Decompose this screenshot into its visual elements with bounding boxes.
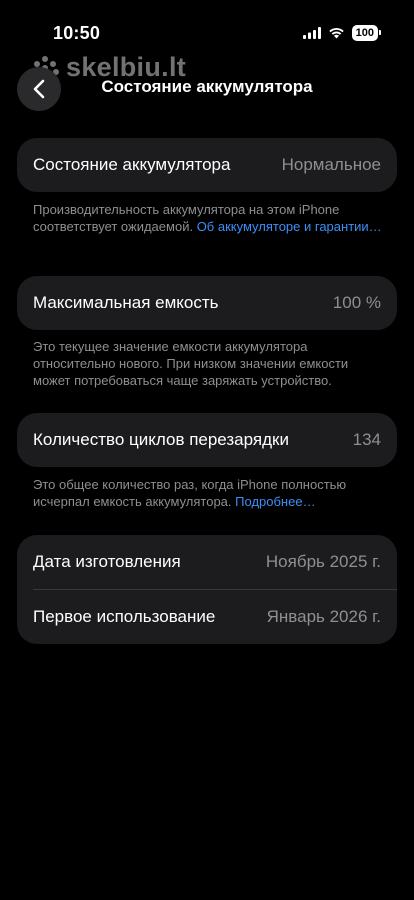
max-capacity-value: 100 %: [332, 293, 381, 312]
status-icons: 100: [302, 25, 382, 41]
battery-health-footnote: Производительность аккумулятора на этом …: [33, 201, 383, 235]
cycle-count-card: Количество циклов перезарядки 134: [17, 413, 397, 467]
max-capacity-note: Это текущее значение емкости аккумулятор…: [33, 339, 349, 388]
max-capacity-card: Максимальная емкость 100 %: [17, 276, 397, 330]
battery-health-value: Нормальное: [281, 155, 381, 174]
cycle-count-value: 134: [352, 430, 381, 449]
battery-icon: 100: [351, 25, 382, 41]
cycle-count-row: Количество циклов перезарядки 134: [17, 413, 397, 467]
manufacture-date-row: Дата изготовления Ноябрь 2025 г.: [17, 535, 397, 589]
manufacture-date-value: Ноябрь 2025 г.: [265, 552, 381, 571]
cycle-count-footnote: Это общее количество раз, когда iPhone п…: [33, 476, 383, 510]
manufacture-date-label: Дата изготовления: [33, 552, 181, 571]
dates-card: Дата изготовления Ноябрь 2025 г. Первое …: [17, 535, 397, 644]
cycle-count-label: Количество циклов перезарядки: [33, 430, 289, 449]
battery-health-row[interactable]: Состояние аккумулятора Нормальное: [17, 138, 397, 192]
page-title: Состояние аккумулятора: [101, 77, 313, 96]
battery-health-card: Состояние аккумулятора Нормальное: [17, 138, 397, 192]
learn-more-link[interactable]: Подробнее…: [235, 494, 315, 509]
cellular-signal-icon: [302, 27, 321, 39]
status-time: 10:50: [53, 23, 101, 43]
wifi-icon: [328, 27, 344, 39]
battery-health-label: Состояние аккумулятора: [33, 155, 231, 174]
first-use-label: Первое использование: [33, 607, 216, 626]
max-capacity-row: Максимальная емкость 100 %: [17, 276, 397, 330]
max-capacity-label: Максимальная емкость: [33, 293, 219, 312]
battery-warranty-link[interactable]: Об аккумуляторе и гарантии…: [197, 219, 382, 234]
first-use-row: Первое использование Январь 2026 г.: [17, 590, 397, 644]
first-use-value: Январь 2026 г.: [266, 607, 381, 626]
max-capacity-footnote: Это текущее значение емкости аккумулятор…: [33, 338, 383, 389]
